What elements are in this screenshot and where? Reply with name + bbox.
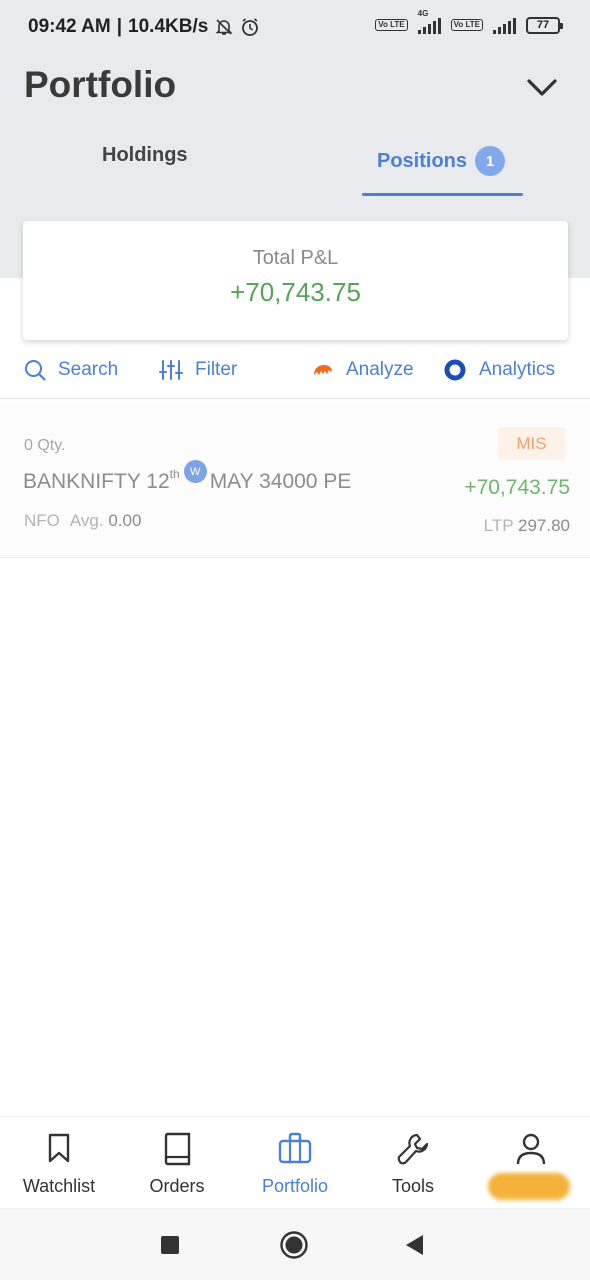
battery-icon: 77	[526, 16, 563, 34]
user-icon	[516, 1133, 546, 1165]
analyze-label: Analyze	[346, 359, 414, 380]
signal-icon-2	[493, 16, 516, 34]
signal-icon: 4G	[417, 9, 441, 34]
status-speed: 10.4KB/s	[128, 16, 209, 37]
nav-orders-label: Orders	[149, 1176, 205, 1196]
action-bar: Search Filter Analyze Analytics	[0, 352, 590, 388]
exchange-label: NFO	[24, 511, 60, 530]
tab-positions-label: Positions	[377, 149, 468, 172]
search-icon	[25, 360, 46, 381]
avg-value: 0.00	[108, 511, 142, 530]
back-icon[interactable]	[403, 1234, 425, 1256]
nav-tools[interactable]: Tools	[354, 1117, 472, 1209]
network-type: 4G	[417, 9, 429, 18]
weekly-expiry-badge: W	[183, 460, 207, 483]
nav-watchlist[interactable]: Watchlist	[0, 1117, 118, 1209]
position-meta: NFO Avg. 0.00	[24, 511, 141, 531]
nav-watchlist-label: Watchlist	[22, 1176, 96, 1196]
search-label: Search	[58, 359, 119, 380]
total-pnl-value: +70,743.75	[230, 277, 361, 307]
nav-portfolio[interactable]: Portfolio	[236, 1117, 354, 1209]
page-title: Portfolio	[24, 64, 177, 105]
symbol-suffix: th	[169, 467, 180, 481]
filter-button[interactable]: Filter	[159, 352, 237, 388]
volte-badge-2: Vo LTE	[450, 19, 483, 31]
nav-orders[interactable]: Orders	[118, 1117, 236, 1209]
ltp-value: 297.80	[518, 516, 570, 535]
positions-count-badge: 1	[475, 146, 506, 176]
filter-label: Filter	[195, 359, 238, 380]
product-badge: MIS	[498, 427, 565, 460]
notifications-off-icon	[215, 19, 233, 35]
position-row[interactable]: 0 Qty. BANKNIFTY 12th W MAY 34000 PE NFO A…	[0, 404, 590, 558]
status-time: 09:42 AM	[28, 16, 111, 37]
status-separator: |	[116, 16, 123, 37]
bookmark-icon	[48, 1133, 70, 1163]
symbol-expiry: MAY 34000 PE	[209, 470, 352, 493]
avg-label: Avg.	[69, 511, 104, 530]
volte-badge: Vo LTE	[375, 19, 408, 31]
search-button[interactable]: Search	[24, 352, 118, 388]
briefcase-icon	[278, 1132, 312, 1164]
nav-portfolio-label: Portfolio	[261, 1176, 329, 1196]
analytics-button[interactable]: Analytics	[443, 352, 555, 388]
nav-tools-label: Tools	[391, 1176, 435, 1196]
active-tab-indicator	[362, 193, 523, 196]
analytics-icon	[444, 359, 466, 381]
battery-level: 77	[536, 18, 550, 31]
home-icon[interactable]	[279, 1230, 309, 1260]
tab-positions[interactable]: Positions 1	[377, 146, 506, 176]
recents-icon[interactable]	[160, 1235, 180, 1255]
book-icon	[164, 1132, 191, 1166]
analytics-label: Analytics	[479, 359, 556, 380]
total-pnl-card: Total P&L +70,743.75	[23, 221, 568, 340]
analyze-icon	[314, 365, 332, 375]
status-bar: 09:42 AM | 10.4KB/s Vo LTE 4G Vo LTE 77	[0, 0, 590, 56]
wrench-icon	[397, 1133, 429, 1165]
redacted-username	[488, 1173, 570, 1200]
ltp: LTP 297.80	[484, 516, 570, 536]
analyze-button[interactable]: Analyze	[312, 352, 414, 388]
alarm-icon	[242, 18, 259, 36]
position-qty: 0 Qty.	[24, 437, 66, 454]
tab-holdings[interactable]: Holdings	[102, 144, 188, 167]
chevron-down-icon[interactable]	[524, 72, 560, 102]
position-pnl: +70,743.75	[464, 476, 570, 499]
system-nav-bar	[0, 1208, 590, 1280]
total-pnl-label: Total P&L	[252, 247, 339, 269]
divider	[0, 398, 590, 399]
ltp-label: LTP	[483, 516, 514, 535]
symbol-name: BANKNIFTY 12	[23, 470, 170, 493]
filter-icon	[159, 360, 183, 380]
position-symbol: BANKNIFTY 12th W MAY 34000 PE	[23, 460, 352, 494]
